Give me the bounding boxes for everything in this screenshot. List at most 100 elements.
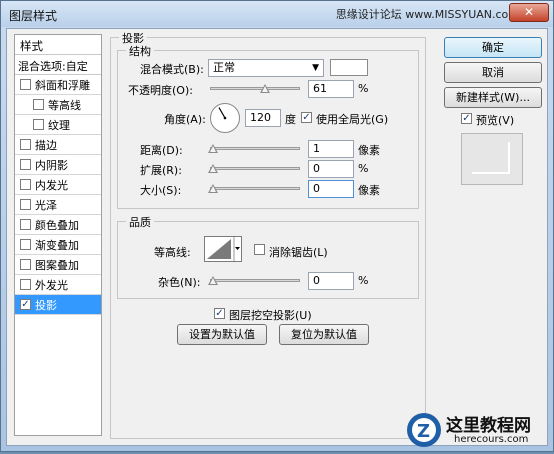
spread-input[interactable]: 0 — [308, 160, 354, 178]
structure-group: 结构 混合模式(B): 正常 ▼ 不透明度(O): 61 % 角度(A): 12… — [117, 43, 419, 209]
style-item-label: 外发光 — [35, 278, 68, 292]
style-item-checkbox[interactable] — [20, 299, 31, 310]
logo-url: herecours.com — [454, 434, 529, 445]
distance-input[interactable]: 1 — [308, 140, 354, 158]
noise-unit: % — [358, 274, 369, 287]
style-item-label: 等高线 — [48, 98, 81, 112]
style-item-checkbox[interactable] — [20, 79, 31, 90]
anti-alias-checkbox[interactable] — [254, 244, 265, 255]
distance-slider-track — [210, 147, 300, 150]
noise-slider-thumb[interactable] — [208, 276, 218, 285]
window-title: 图层样式 — [9, 9, 58, 23]
spread-unit: % — [358, 162, 369, 175]
preview-checkbox[interactable] — [461, 113, 472, 124]
close-button[interactable]: ✕ — [509, 3, 549, 22]
knockout-checkbox[interactable] — [214, 308, 225, 319]
style-list-item[interactable]: 颜色叠加 — [15, 215, 101, 235]
global-light-checkbox[interactable] — [301, 112, 312, 123]
noise-input[interactable]: 0 — [308, 272, 354, 290]
opacity-unit: % — [358, 82, 369, 95]
opacity-slider[interactable] — [210, 84, 300, 94]
style-list-item[interactable]: 等高线 — [15, 95, 101, 115]
spread-label: 扩展(R): — [140, 164, 182, 177]
noise-slider-track — [210, 279, 300, 282]
opacity-input[interactable]: 61 — [308, 80, 354, 98]
svg-text:Z: Z — [417, 421, 430, 442]
distance-slider-thumb[interactable] — [208, 144, 218, 153]
distance-label: 距离(D): — [140, 144, 183, 157]
style-preview-thumbnail — [461, 133, 523, 185]
style-list-item[interactable]: 投影 — [15, 295, 101, 315]
preview-label: 预览(V) — [476, 114, 515, 127]
size-input[interactable]: 0 — [308, 180, 354, 198]
size-unit: 像素 — [358, 184, 380, 197]
cancel-button[interactable]: 取消 — [444, 62, 542, 83]
opacity-label: 不透明度(O): — [128, 84, 193, 97]
opacity-slider-thumb[interactable] — [259, 84, 270, 93]
style-list-item[interactable]: 外发光 — [15, 275, 101, 295]
style-item-label: 光泽 — [35, 198, 57, 212]
knockout-label: 图层挖空投影(U) — [229, 309, 312, 322]
contour-picker[interactable] — [204, 236, 242, 262]
style-list-item[interactable]: 斜面和浮雕 — [15, 75, 101, 95]
style-list-item[interactable]: 内阴影 — [15, 155, 101, 175]
style-item-checkbox[interactable] — [20, 259, 31, 270]
quality-group: 品质 等高线: 消除锯齿(L) 杂色(N): 0 % — [117, 214, 419, 299]
blend-mode-select[interactable]: 正常 ▼ — [208, 59, 324, 77]
style-list-item[interactable]: 图案叠加 — [15, 255, 101, 275]
style-list: 样式 混合选项:自定 斜面和浮雕等高线纹理描边内阴影内发光光泽颜色叠加渐变叠加图… — [14, 34, 102, 436]
preview-square — [472, 142, 510, 174]
noise-slider[interactable] — [208, 276, 300, 286]
style-item-label: 纹理 — [48, 118, 70, 132]
spread-slider-track — [210, 167, 300, 170]
title-bar[interactable]: 图层样式 思缘设计论坛 www.MISSYUAN.com ✕ — [1, 1, 553, 27]
size-label: 大小(S): — [140, 184, 182, 197]
style-list-item[interactable]: 光泽 — [15, 195, 101, 215]
ok-button[interactable]: 确定 — [444, 37, 542, 58]
style-list-item[interactable]: 描边 — [15, 135, 101, 155]
style-item-checkbox[interactable] — [33, 99, 44, 110]
angle-unit: 度 — [285, 113, 296, 126]
style-list-item[interactable]: 纹理 — [15, 115, 101, 135]
style-item-label: 斜面和浮雕 — [35, 78, 90, 92]
contour-label: 等高线: — [154, 246, 191, 259]
style-item-checkbox[interactable] — [20, 179, 31, 190]
blend-options-item[interactable]: 混合选项:自定 — [15, 55, 101, 75]
angle-dial[interactable] — [210, 103, 240, 133]
opacity-slider-track — [210, 87, 300, 90]
spread-slider[interactable] — [208, 164, 300, 174]
size-slider-track — [210, 187, 300, 190]
blend-mode-value: 正常 — [213, 61, 235, 74]
linear-contour-icon — [207, 237, 240, 261]
style-item-label: 图案叠加 — [35, 258, 79, 272]
logo-title: 这里教程网 — [446, 416, 531, 436]
style-list-item[interactable]: 渐变叠加 — [15, 235, 101, 255]
style-item-checkbox[interactable] — [20, 219, 31, 230]
style-item-checkbox[interactable] — [20, 239, 31, 250]
spread-slider-thumb[interactable] — [208, 164, 218, 173]
global-light-label: 使用全局光(G) — [316, 113, 389, 126]
angle-input[interactable]: 120 — [245, 109, 281, 127]
reset-default-button[interactable]: 复位为默认值 — [279, 324, 369, 345]
style-item-label: 内阴影 — [35, 158, 68, 172]
size-slider-thumb[interactable] — [208, 184, 218, 193]
watermark-text: 思缘设计论坛 www.MISSYUAN.com — [335, 8, 519, 21]
style-item-checkbox[interactable] — [20, 199, 31, 210]
style-item-label: 渐变叠加 — [35, 238, 79, 252]
style-item-checkbox[interactable] — [20, 139, 31, 150]
style-item-label: 描边 — [35, 138, 57, 152]
size-slider[interactable] — [208, 184, 300, 194]
make-default-button[interactable]: 设置为默认值 — [177, 324, 267, 345]
style-item-checkbox[interactable] — [33, 119, 44, 130]
style-list-header[interactable]: 样式 — [15, 35, 101, 55]
style-item-checkbox[interactable] — [20, 159, 31, 170]
distance-slider[interactable] — [208, 144, 300, 154]
new-style-button[interactable]: 新建样式(W)... — [444, 87, 542, 108]
shadow-color-swatch[interactable] — [330, 59, 368, 76]
noise-label: 杂色(N): — [158, 276, 201, 289]
quality-title: 品质 — [126, 214, 154, 230]
distance-unit: 像素 — [358, 144, 380, 157]
style-item-label: 颜色叠加 — [35, 218, 79, 232]
style-item-checkbox[interactable] — [20, 279, 31, 290]
style-list-item[interactable]: 内发光 — [15, 175, 101, 195]
